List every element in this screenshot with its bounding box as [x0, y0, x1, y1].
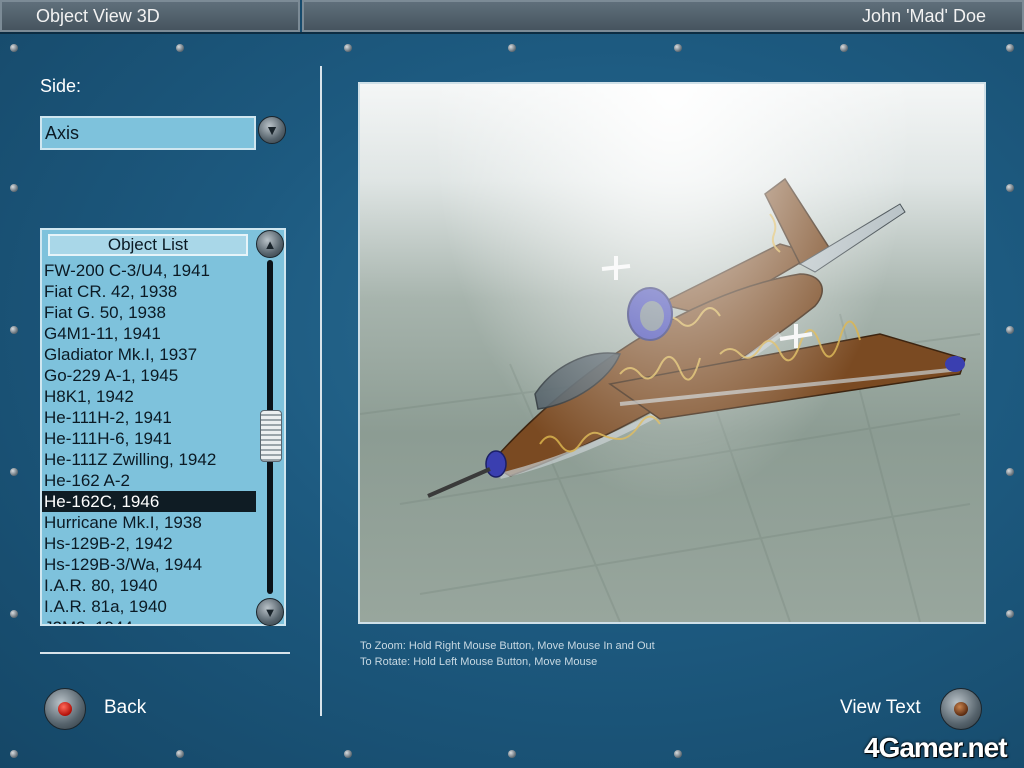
list-item[interactable]: Fiat CR. 42, 1938 [42, 281, 256, 302]
triangle-down-icon: ▼ [265, 122, 279, 138]
list-item[interactable]: I.A.R. 81a, 1940 [42, 596, 256, 617]
list-item[interactable]: Gladiator Mk.I, 1937 [42, 344, 256, 365]
view-text-button[interactable] [940, 688, 982, 730]
window-title: Object View 3D [0, 0, 300, 32]
side-label: Side: [40, 76, 82, 96]
horizontal-divider [40, 652, 290, 654]
list-item[interactable]: Fiat G. 50, 1938 [42, 302, 256, 323]
scroll-thumb[interactable] [260, 410, 282, 462]
rivet-icon [10, 326, 18, 334]
back-button[interactable] [44, 688, 86, 730]
rivet-icon [10, 44, 18, 52]
rivet-icon [1006, 184, 1014, 192]
rivet-icon [10, 468, 18, 476]
scroll-up-button[interactable]: ▲ [256, 230, 284, 258]
red-light-icon [58, 702, 72, 716]
rivet-icon [344, 750, 352, 758]
view-text-label[interactable]: View Text [840, 697, 921, 719]
list-item[interactable]: He-111H-2, 1941 [42, 407, 256, 428]
viewport-haze [360, 84, 984, 622]
rivet-icon [1006, 44, 1014, 52]
rotate-hint: To Rotate: Hold Left Mouse Button, Move … [360, 656, 598, 668]
side-select[interactable]: Axis [40, 116, 256, 150]
list-item[interactable]: He-111Z Zwilling, 1942 [42, 449, 256, 470]
list-item[interactable]: Go-229 A-1, 1945 [42, 365, 256, 386]
rivet-icon [1006, 326, 1014, 334]
side-dropdown-button[interactable]: ▼ [258, 116, 286, 144]
back-label[interactable]: Back [104, 697, 146, 719]
list-item[interactable]: H8K1, 1942 [42, 386, 256, 407]
rivet-icon [10, 610, 18, 618]
rivet-icon [508, 750, 516, 758]
zoom-hint: To Zoom: Hold Right Mouse Button, Move M… [360, 640, 655, 652]
list-item[interactable]: He-111H-6, 1941 [42, 428, 256, 449]
rivet-icon [344, 44, 352, 52]
object-list-scrollbar[interactable]: ▲ ▼ [256, 230, 284, 626]
rivet-icon [10, 750, 18, 758]
triangle-up-icon: ▲ [263, 236, 277, 252]
rivet-icon [10, 184, 18, 192]
amber-light-icon [954, 702, 968, 716]
rivet-icon [674, 750, 682, 758]
watermark-logo: 4Gamer.net [864, 732, 1008, 763]
3d-viewport[interactable] [358, 82, 986, 624]
list-item[interactable]: He-162 A-2 [42, 470, 256, 491]
object-list-items: FW-200 C-3/U4, 1941 Fiat CR. 42, 1938 Fiat… [42, 260, 256, 624]
list-item[interactable]: Hs-129B-2, 1942 [42, 533, 256, 554]
vertical-divider [320, 66, 322, 716]
list-item[interactable]: G4M1-11, 1941 [42, 323, 256, 344]
list-item[interactable]: FW-200 C-3/U4, 1941 [42, 260, 256, 281]
rivet-icon [1006, 468, 1014, 476]
rivet-icon [1006, 610, 1014, 618]
triangle-down-icon: ▼ [263, 604, 277, 620]
list-item[interactable]: Hurricane Mk.I, 1938 [42, 512, 256, 533]
player-name: John 'Mad' Doe [302, 0, 1024, 32]
rivet-icon [176, 44, 184, 52]
list-item[interactable]: J2M3, 1944 [42, 617, 256, 624]
list-item[interactable]: He-162C, 1946 [42, 491, 256, 512]
object-list-header: Object List [48, 234, 248, 256]
list-item[interactable]: I.A.R. 80, 1940 [42, 575, 256, 596]
rivet-icon [176, 750, 184, 758]
list-item[interactable]: Hs-129B-3/Wa, 1944 [42, 554, 256, 575]
rivet-icon [508, 44, 516, 52]
scroll-down-button[interactable]: ▼ [256, 598, 284, 626]
rivet-icon [674, 44, 682, 52]
rivet-icon [840, 44, 848, 52]
object-list[interactable]: Object List FW-200 C-3/U4, 1941 Fiat CR. … [40, 228, 286, 626]
